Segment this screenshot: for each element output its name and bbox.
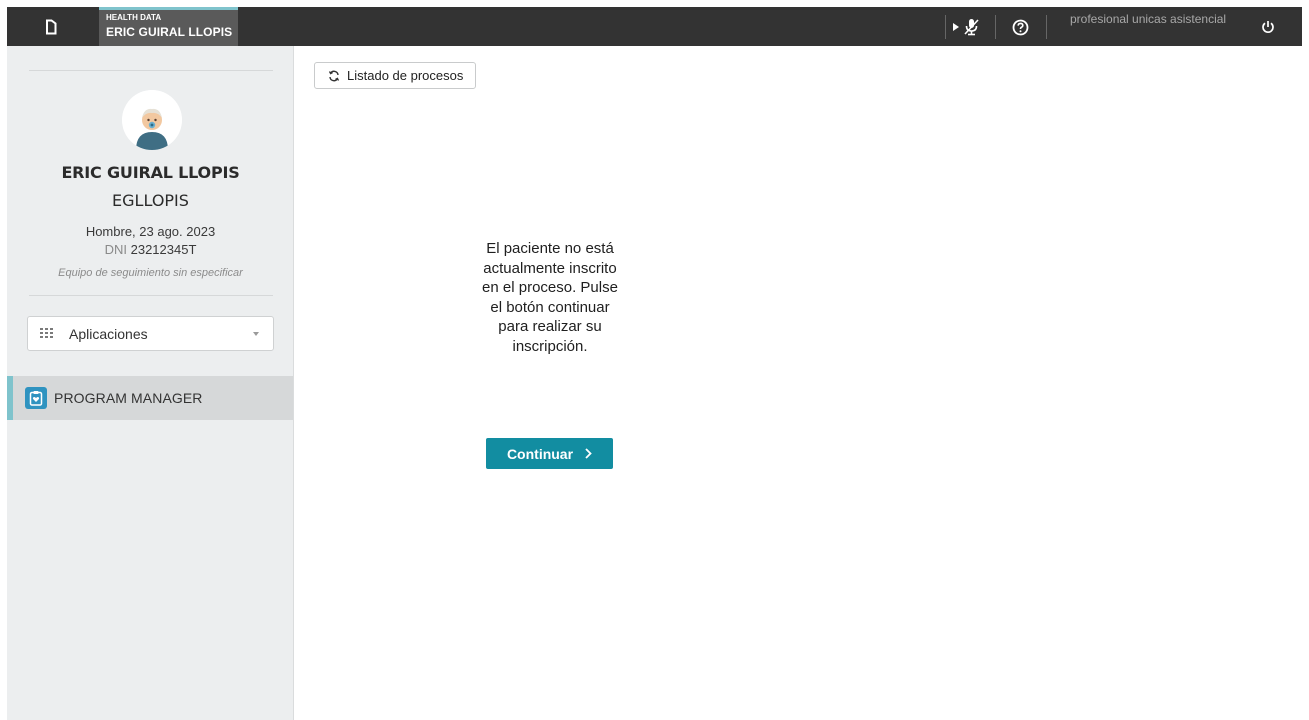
chevron-right-icon	[585, 446, 592, 462]
enrollment-message: El paciente no está actualmente inscrito…	[482, 240, 618, 355]
listado-procesos-button[interactable]: Listado de procesos	[314, 62, 477, 89]
user-name[interactable]: profesional unicas asistencial	[1070, 12, 1226, 26]
app-label: HEALTH DATA	[106, 13, 162, 22]
app-frame: HEALTH DATA ERIC GUIRAL LLOPIS profesion…	[0, 0, 1309, 720]
applications-dropdown[interactable]: Aplicaciones	[27, 316, 274, 351]
continue-button[interactable]: Continuar	[486, 438, 613, 469]
help-icon[interactable]	[1010, 17, 1030, 37]
apps-grid-icon	[40, 327, 55, 340]
baby-avatar-icon	[122, 90, 182, 150]
separator	[995, 15, 996, 39]
top-bar: HEALTH DATA ERIC GUIRAL LLOPIS profesion…	[7, 7, 1302, 46]
patient-info: Hombre, 23 ago. 2023	[85, 224, 216, 239]
sidebar: ERIC GUIRAL LLOPIS EGLLOPIS Hombre, 23 a…	[7, 46, 294, 720]
program-manager-label: PROGRAM MANAGER	[54, 390, 203, 406]
patient-tab-name: ERIC GUIRAL LLOPIS	[106, 25, 233, 39]
continue-label: Continuar	[506, 445, 574, 462]
separator	[945, 15, 946, 39]
patient-team: Equipo de seguimiento sin especificar	[58, 267, 243, 279]
dni-label: DNI	[104, 242, 127, 257]
refresh-icon	[328, 70, 340, 81]
divider	[29, 295, 273, 296]
patient-name: ERIC GUIRAL LLOPIS	[61, 163, 240, 182]
avatar	[122, 90, 182, 150]
app-logo-icon[interactable]	[7, 7, 95, 46]
power-icon[interactable]	[1258, 17, 1278, 37]
patient-dni: DNI 23212345T	[7, 242, 294, 257]
dni-value: 23212345T	[130, 242, 197, 257]
separator	[1046, 15, 1047, 39]
listado-procesos-label: Listado de procesos	[347, 68, 464, 83]
patient-username: EGLLOPIS	[112, 191, 189, 210]
sidebar-item-program-manager[interactable]: PROGRAM MANAGER	[7, 376, 293, 420]
chevron-down-icon	[253, 332, 259, 336]
main-content: Listado de procesos El paciente no está …	[295, 46, 1302, 720]
patient-tab[interactable]: HEALTH DATA ERIC GUIRAL LLOPIS	[99, 7, 238, 46]
play-icon[interactable]	[951, 17, 961, 37]
divider	[29, 70, 273, 71]
clipboard-heart-icon	[25, 387, 47, 409]
applications-label: Aplicaciones	[69, 325, 148, 342]
microphone-off-icon[interactable]	[963, 17, 981, 37]
